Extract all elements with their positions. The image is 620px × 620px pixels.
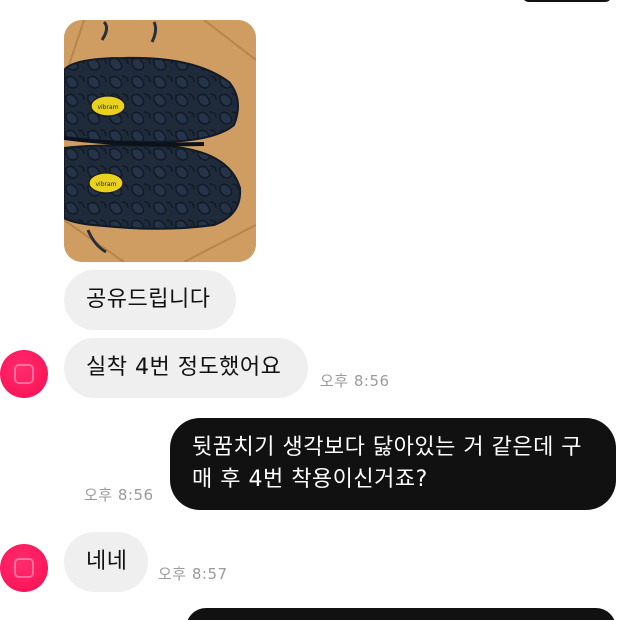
- shared-photo[interactable]: vibram vibram: [64, 20, 256, 262]
- message-text: 네네: [86, 549, 128, 574]
- avatar[interactable]: [0, 544, 48, 592]
- message-text-line: 매 후 4번 착용이신거죠?: [192, 467, 428, 492]
- avatar-icon: [14, 364, 34, 384]
- vibram-logo-bottom: vibram: [88, 172, 124, 194]
- message-timestamp: 오후 8:57: [158, 565, 228, 583]
- message-text: 공유드립니다: [86, 287, 211, 312]
- incoming-message-bubble[interactable]: 네네: [64, 532, 148, 592]
- message-text-line: 뒷꿈치기 생각보다 닳아있는 거 같은데 구: [192, 435, 583, 460]
- outgoing-message-bubble[interactable]: 뒷꿈치기 생각보다 닳아있는 거 같은데 구 매 후 4번 착용이신거죠?: [170, 418, 616, 510]
- svg-text:vibram: vibram: [95, 181, 116, 188]
- photo-icon: vibram vibram: [64, 20, 256, 262]
- vibram-logo-top: vibram: [90, 95, 126, 117]
- incoming-message-bubble[interactable]: 공유드립니다: [64, 270, 236, 330]
- avatar[interactable]: [0, 350, 48, 398]
- previous-outgoing-bubble[interactable]: [522, 0, 612, 2]
- svg-text:vibram: vibram: [97, 104, 118, 111]
- avatar-icon: [14, 558, 34, 578]
- next-outgoing-bubble[interactable]: [186, 608, 616, 620]
- message-timestamp: 오후 8:56: [320, 372, 390, 390]
- message-timestamp: 오후 8:56: [84, 486, 154, 504]
- incoming-message-bubble[interactable]: 실착 4번 정도했어요: [64, 338, 308, 398]
- message-text: 실착 4번 정도했어요: [86, 355, 282, 380]
- chat-thread[interactable]: vibram vibram 공유드립니다 실착 4번 정도했어요 오후 8:56…: [0, 0, 620, 620]
